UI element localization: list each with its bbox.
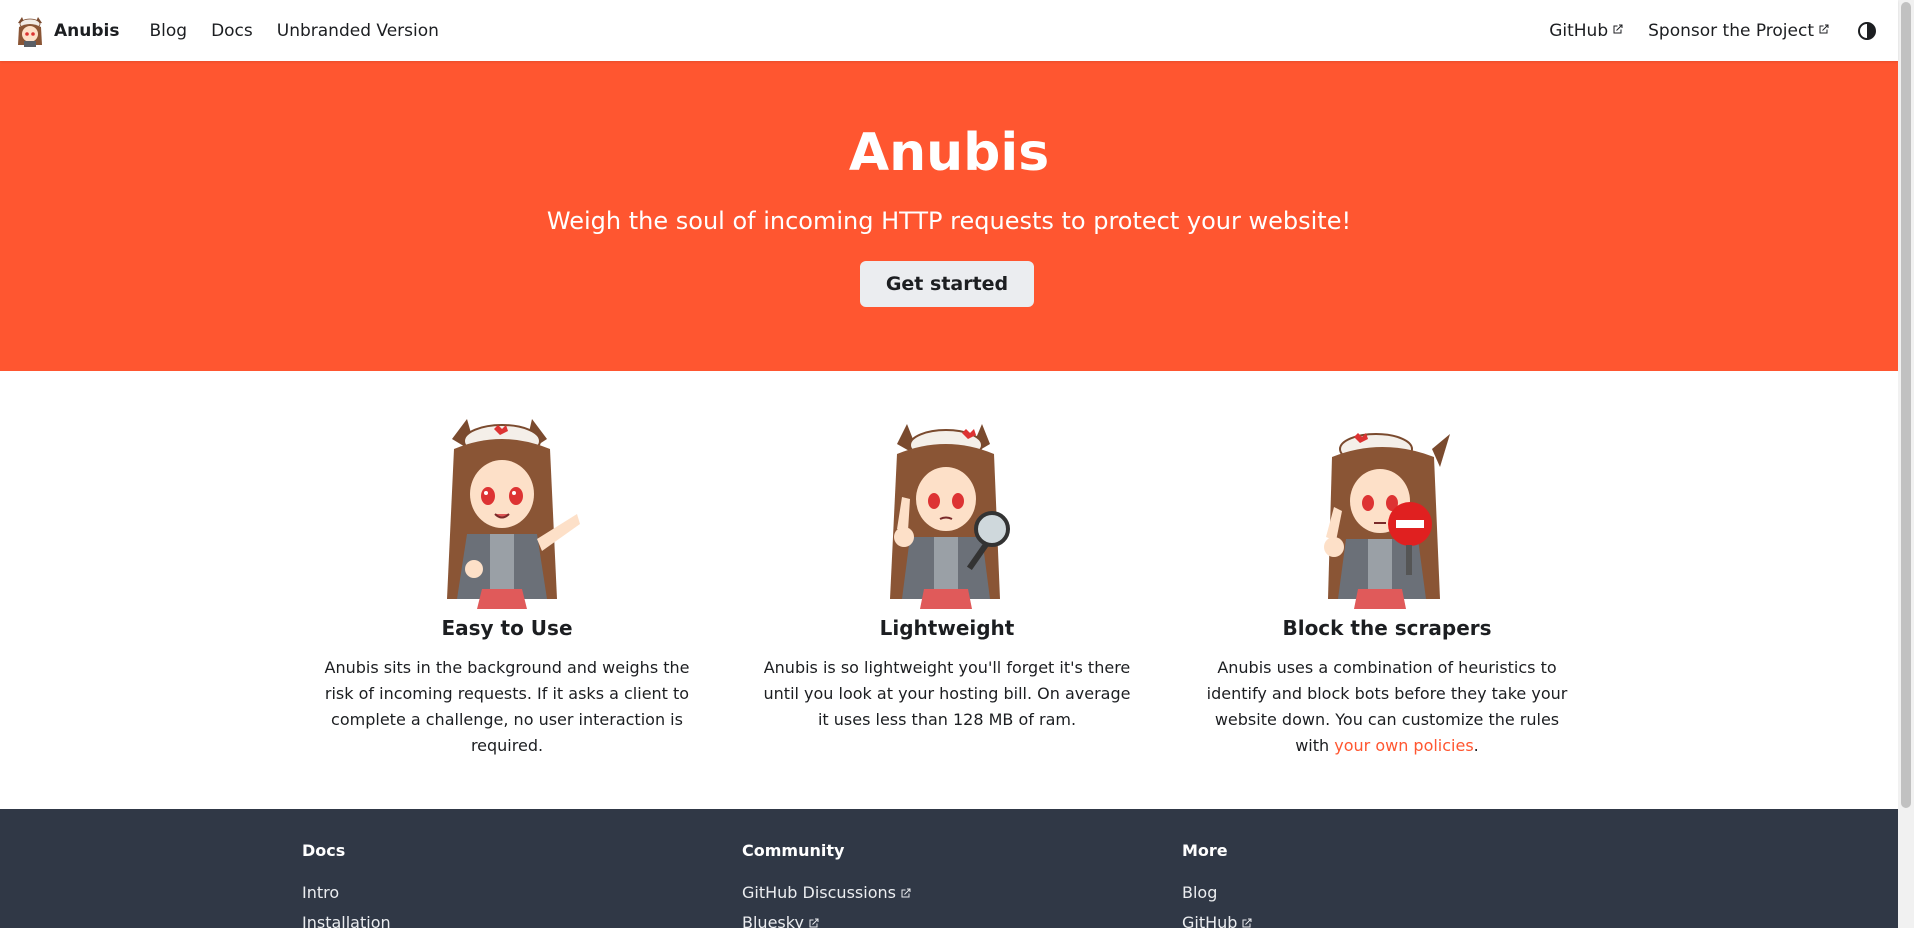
nav-link-blog[interactable]: Blog bbox=[137, 21, 199, 41]
feature-title: Easy to Use bbox=[441, 616, 573, 640]
theme-toggle-button[interactable] bbox=[1856, 20, 1878, 42]
footer-link-blog[interactable]: Blog bbox=[1182, 878, 1253, 908]
hero-subtitle: Weigh the soul of incoming HTTP requests… bbox=[546, 207, 1352, 235]
feature-description: Anubis uses a combination of heuristics … bbox=[1192, 655, 1582, 759]
half-circle-contrast-icon bbox=[1858, 21, 1876, 40]
footer-column-title: Docs bbox=[302, 841, 346, 860]
mascot-stop-sign-image bbox=[1324, 433, 1450, 609]
external-link-icon bbox=[1819, 24, 1829, 33]
mascot-magnifying-glass-image bbox=[890, 424, 1010, 609]
feature-description: Anubis sits in the background and weighs… bbox=[324, 658, 690, 755]
feature-description: Anubis is so lightweight you'll forget i… bbox=[763, 658, 1131, 729]
footer-link-label: GitHub bbox=[1182, 913, 1238, 928]
brand-title: Anubis bbox=[54, 20, 120, 41]
feature-title: Block the scrapers bbox=[1282, 616, 1492, 640]
external-link-icon bbox=[809, 918, 819, 928]
footer-link-installation[interactable]: Installation bbox=[302, 908, 391, 928]
footer-column-title: Community bbox=[742, 841, 845, 860]
footer-link-intro[interactable]: Intro bbox=[302, 878, 391, 908]
get-started-button[interactable]: Get started bbox=[860, 261, 1034, 307]
footer-column-more: More Blog GitHub bbox=[1182, 841, 1253, 928]
page-scrollbar[interactable] bbox=[1898, 0, 1914, 928]
your-own-policies-link[interactable]: your own policies bbox=[1334, 736, 1473, 755]
feature-lightweight: Lightweight Anubis is so lightweight you… bbox=[752, 371, 1142, 733]
nav-link-sponsor[interactable]: Sponsor the Project bbox=[1636, 21, 1842, 41]
hero-title: Anubis bbox=[848, 123, 1050, 183]
feature-title: Lightweight bbox=[879, 616, 1015, 640]
external-link-icon bbox=[1242, 918, 1252, 928]
nav-link-github-label: GitHub bbox=[1549, 20, 1609, 41]
footer-link-label: GitHub Discussions bbox=[742, 883, 896, 902]
footer-column-community: Community GitHub Discussions Bluesky bbox=[742, 841, 912, 928]
nav-link-github[interactable]: GitHub bbox=[1537, 21, 1636, 41]
hero-banner: Anubis Weigh the soul of incoming HTTP r… bbox=[0, 61, 1898, 371]
scrollbar-thumb[interactable] bbox=[1901, 2, 1911, 808]
footer-link-github[interactable]: GitHub bbox=[1182, 908, 1253, 928]
feature-description-end: . bbox=[1473, 736, 1479, 755]
navbar: Anubis Blog Docs Unbranded Version GitHu… bbox=[0, 0, 1898, 61]
feature-easy-to-use: Easy to Use Anubis sits in the backgroun… bbox=[312, 371, 702, 759]
anubis-logo-icon bbox=[14, 14, 46, 47]
mascot-pointing-image bbox=[447, 419, 580, 609]
footer-link-bluesky[interactable]: Bluesky bbox=[742, 908, 912, 928]
footer-link-github-discussions[interactable]: GitHub Discussions bbox=[742, 878, 912, 908]
footer: Docs Intro Installation Community GitHub… bbox=[0, 809, 1898, 928]
footer-column-title: More bbox=[1182, 841, 1228, 860]
footer-link-label: Bluesky bbox=[742, 913, 804, 928]
features-section: Easy to Use Anubis sits in the backgroun… bbox=[0, 371, 1898, 809]
nav-link-sponsor-label: Sponsor the Project bbox=[1648, 20, 1814, 41]
feature-block-the-scrapers: Block the scrapers Anubis uses a combina… bbox=[1192, 371, 1582, 759]
brand-home-link[interactable]: Anubis bbox=[14, 14, 120, 47]
external-link-icon bbox=[1613, 24, 1623, 33]
footer-column-docs: Docs Intro Installation bbox=[302, 841, 391, 928]
external-link-icon bbox=[901, 888, 911, 898]
nav-link-docs[interactable]: Docs bbox=[199, 21, 265, 41]
nav-link-unbranded-version[interactable]: Unbranded Version bbox=[265, 21, 451, 41]
